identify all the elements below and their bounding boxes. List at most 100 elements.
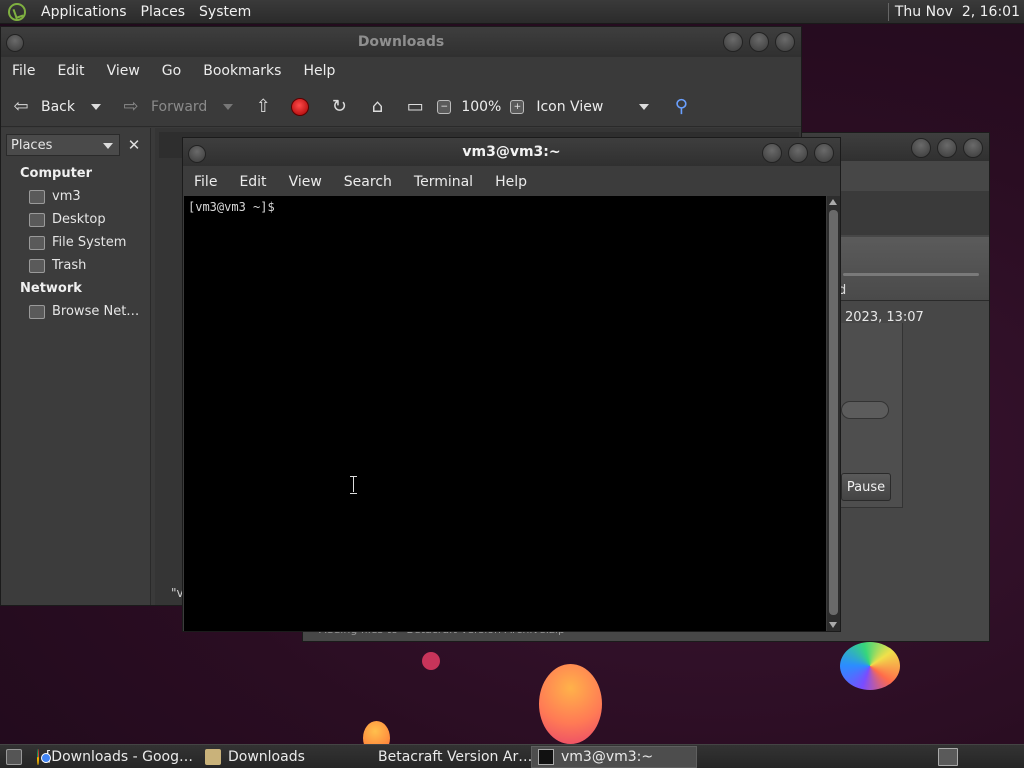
up-arrow-icon[interactable]: ⇧ [251,95,275,119]
toolbar: ⇦ Back ⇨ Forward ⇧ ↻ ⌂ ▭ − 100% + Icon V… [1,87,801,127]
pause-button[interactable]: Pause [841,473,891,501]
sidebar-header-label: Places [11,137,53,153]
close-button[interactable] [963,138,983,158]
window-controls [762,143,834,163]
wallpaper-bubble [840,642,900,690]
back-history-dropdown[interactable] [91,103,101,110]
menu-help[interactable]: Help [292,63,346,79]
close-button[interactable] [814,143,834,163]
maximize-button[interactable] [937,138,957,158]
text-cursor-icon [350,476,357,494]
taskbar-item-label: vm3@vm3:~ [561,748,654,765]
sidebar-item-label: Trash [52,258,87,273]
taskbar-item-label: [Downloads - Goog… [45,748,193,765]
sidebar-close-button[interactable]: ✕ [123,134,145,156]
sidebar-type-select[interactable]: Places [6,134,120,156]
panel-separator [887,2,889,21]
terminal-window: vm3@vm3:~ File Edit View Search Terminal… [182,137,841,632]
home-folder-icon [29,189,45,204]
sidebar-item-vm3[interactable]: vm3 [29,189,81,204]
menu-bookmarks[interactable]: Bookmarks [192,63,292,79]
taskbar-item-archive[interactable]: Betacraft Version Ar… [365,746,531,768]
shell-prompt: [vm3@vm3 ~]$ [188,200,275,214]
menu-view[interactable]: View [278,174,333,190]
maximize-button[interactable] [788,143,808,163]
progress-track [843,273,979,276]
window-controls [911,138,983,158]
view-mode-select[interactable]: Icon View [536,99,603,115]
taskbar-item-browser[interactable]: [Downloads - Goog… [31,746,199,768]
panel-clock[interactable]: Thu Nov 2, 16:01 [895,4,1024,20]
panel-menu-system[interactable]: System [192,4,258,20]
places-sidebar: Places ✕ Computer vm3 Desktop File Syste… [1,128,151,605]
terminal-scrollbar[interactable] [827,196,840,631]
taskbar-item-label: Downloads [228,748,305,765]
window-titlebar[interactable]: Downloads [1,27,801,57]
menu-edit[interactable]: Edit [46,63,95,79]
window-title: vm3@vm3:~ [462,144,561,160]
home-folder-icon[interactable]: ⌂ [365,95,389,119]
sidebar-item-label: Desktop [52,212,106,227]
back-label: Back [41,98,75,115]
reload-icon[interactable]: ↻ [327,95,351,119]
sidebar-item-label: vm3 [52,189,81,204]
workspace-switcher[interactable] [938,747,958,766]
forward-button[interactable]: ⇨ Forward [119,95,207,119]
top-panel: Applications Places System Thu Nov 2, 16… [0,0,1024,24]
panel-menu-applications[interactable]: Applications [34,4,134,20]
search-icon[interactable]: ⚲ [669,95,693,119]
arrow-left-icon: ⇦ [13,95,29,117]
window-menu-button[interactable] [188,145,206,163]
menu-bar: File Edit View Go Bookmarks Help [1,57,801,85]
back-button[interactable]: ⇦ Back [9,95,75,119]
chevron-down-icon [103,143,113,149]
minimize-button[interactable] [762,143,782,163]
panel-menu-places[interactable]: Places [134,4,193,20]
network-icon [29,304,45,319]
scroll-down-icon[interactable] [829,622,837,628]
taskbar-item-label: Betacraft Version Ar… [378,748,531,765]
menu-edit[interactable]: Edit [228,174,277,190]
sidebar-item-browse-network[interactable]: Browse Net… [29,304,139,319]
window-menu-button[interactable] [6,34,24,52]
sidebar-heading-network: Network [20,281,82,296]
taskbar-item-terminal[interactable]: vm3@vm3:~ [531,745,697,768]
menu-help[interactable]: Help [484,174,538,190]
sidebar-item-desktop[interactable]: Desktop [29,212,106,227]
sidebar-item-label: File System [52,235,127,250]
sidebar-item-label: Browse Net… [52,304,140,319]
sidebar-item-trash[interactable]: Trash [29,258,86,273]
bottom-taskbar: [Downloads - Goog… Downloads Betacraft V… [0,744,1024,768]
panel-right-area: Thu Nov 2, 16:01 [887,0,1024,24]
taskbar-item-downloads[interactable]: Downloads [199,746,365,768]
desktop-folder-icon [29,212,45,227]
menu-file[interactable]: File [1,63,46,79]
minimize-button[interactable] [911,138,931,158]
window-title: Downloads [357,34,445,50]
maximize-button[interactable] [749,32,769,52]
terminal-text-area[interactable]: [vm3@vm3 ~]$ [184,196,826,631]
menu-terminal[interactable]: Terminal [403,174,484,190]
zoom-level: 100% [461,98,502,115]
zoom-out-icon[interactable]: − [437,99,452,114]
minimize-button[interactable] [723,32,743,52]
menu-go[interactable]: Go [151,63,192,79]
close-button[interactable] [775,32,795,52]
sidebar-item-file-system[interactable]: File System [29,235,126,250]
stop-icon[interactable] [291,97,310,116]
menu-search[interactable]: Search [333,174,403,190]
scrollbar-thumb[interactable] [829,210,838,615]
zoom-in-icon[interactable]: + [510,99,525,114]
drive-icon [29,235,45,250]
window-titlebar[interactable]: vm3@vm3:~ [183,138,840,166]
scroll-up-icon[interactable] [829,199,837,205]
wallpaper-bubble [422,652,440,670]
menu-view[interactable]: View [96,63,151,79]
computer-icon[interactable]: ▭ [403,95,427,119]
wallpaper-bubble [539,664,602,744]
menu-file[interactable]: File [183,174,228,190]
show-desktop-button[interactable] [0,746,31,768]
distro-logo-icon[interactable] [8,2,26,21]
forward-history-dropdown[interactable] [223,103,234,110]
chevron-down-icon[interactable] [639,103,650,110]
